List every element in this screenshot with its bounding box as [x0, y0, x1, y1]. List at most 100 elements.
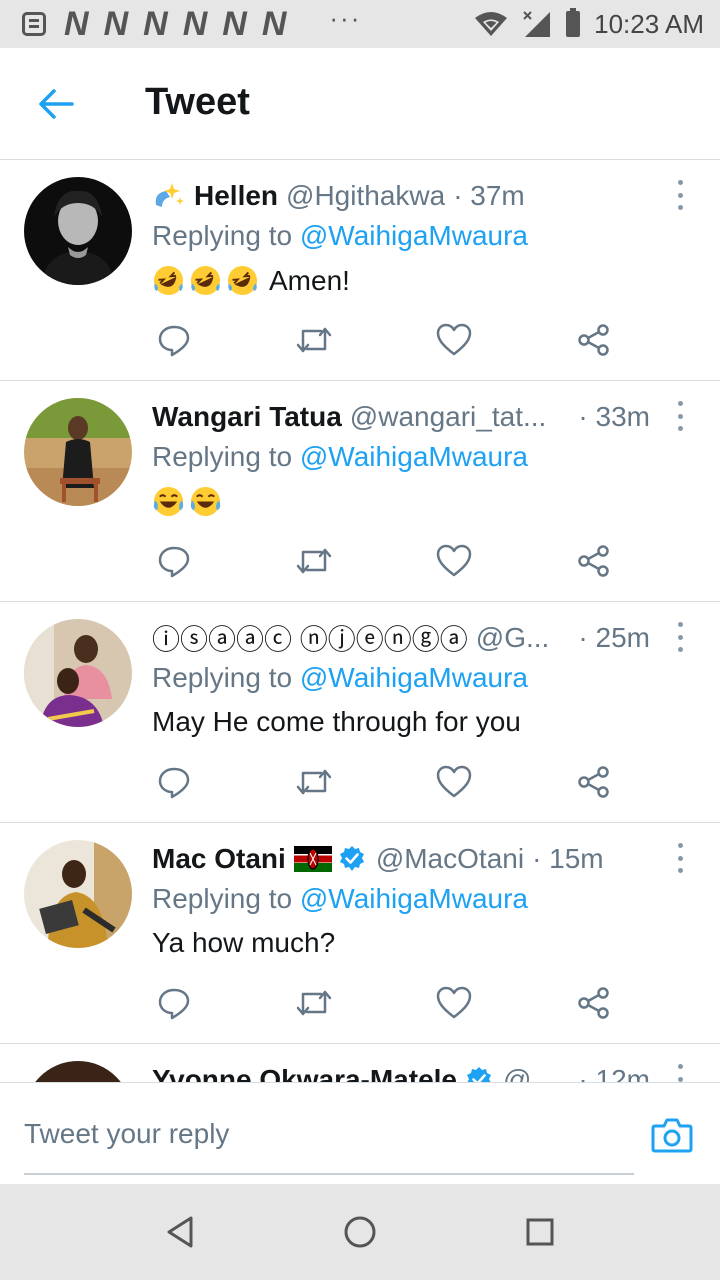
tweet-timestamp: · 25m	[578, 622, 650, 653]
reply-input[interactable]	[24, 1095, 634, 1175]
nav-back-button[interactable]	[156, 1208, 204, 1256]
more-options-button[interactable]	[670, 843, 690, 873]
author-name[interactable]: Wangari Tatua	[152, 401, 342, 433]
tweet-text: Ya how much?	[152, 927, 336, 958]
tweet-item[interactable]: Hellen @Hgithakwa · 37m Replying to @Wai…	[0, 160, 720, 381]
nav-recents-button[interactable]	[516, 1208, 564, 1256]
nav-home-button[interactable]	[336, 1208, 384, 1256]
author-name[interactable]: Hellen	[194, 180, 278, 212]
share-button[interactable]	[572, 981, 616, 1025]
app-notification-icon: N	[222, 5, 247, 43]
heart-icon	[436, 544, 472, 577]
more-options-button[interactable]	[670, 180, 690, 210]
reply-icon	[158, 546, 190, 578]
tweet-header: Yvonne Okwara-Matele @... · 12m	[152, 1062, 650, 1082]
verified-badge-icon	[339, 846, 364, 871]
replying-prefix: Replying to	[152, 883, 300, 914]
replying-to-link[interactable]: @WaihigaMwaura	[300, 220, 528, 251]
tweet-header: Hellen @Hgithakwa · 37m	[152, 178, 650, 214]
wifi-icon	[475, 12, 508, 36]
arrow-left-icon	[39, 89, 74, 119]
tweet-item[interactable]: Yvonne Okwara-Matele @... · 12m	[0, 1044, 720, 1082]
system-navigation-bar	[0, 1184, 720, 1280]
retweet-button[interactable]	[292, 318, 336, 362]
reply-icon	[158, 988, 190, 1020]
heart-icon	[436, 765, 472, 798]
avatar[interactable]	[24, 840, 132, 948]
tweet-item[interactable]: ⓘⓢⓐⓐⓒ ⓝⓙⓔⓝⓖⓐ @G... · 25m Replying to @Wa…	[0, 602, 720, 823]
replying-to-link[interactable]: @WaihigaMwaura	[300, 662, 528, 693]
tweet-item[interactable]: Wangari Tatua @wangari_tat... · 33m Repl…	[0, 381, 720, 602]
like-button[interactable]	[432, 318, 476, 362]
reply-button[interactable]	[152, 760, 196, 804]
share-icon	[578, 987, 609, 1019]
share-button[interactable]	[572, 318, 616, 362]
rofl-emoji	[153, 265, 184, 296]
author-handle[interactable]: @G...	[476, 622, 571, 654]
author-name[interactable]: Yvonne Okwara-Matele	[152, 1064, 457, 1082]
heart-icon	[436, 986, 472, 1019]
like-button[interactable]	[432, 760, 476, 804]
tweet-header: Wangari Tatua @wangari_tat... · 33m	[152, 399, 650, 435]
avatar[interactable]	[24, 177, 132, 285]
like-button[interactable]	[432, 539, 476, 583]
app-bar: Tweet	[0, 48, 720, 160]
app-notification-icon: N	[64, 5, 89, 43]
avatar[interactable]	[24, 619, 132, 727]
tweet-body: May He come through for you	[152, 706, 521, 738]
like-button[interactable]	[432, 981, 476, 1025]
tweet-text: May He come through for you	[152, 706, 521, 737]
replying-to-line: Replying to @WaihigaMwaura	[152, 662, 528, 694]
author-handle[interactable]: @MacOtani	[376, 843, 524, 875]
app-notification-icon: N	[261, 5, 287, 43]
page-title: Tweet	[145, 81, 250, 123]
back-button[interactable]	[30, 78, 82, 130]
triangle-back-icon	[167, 1216, 193, 1248]
battery-icon	[566, 8, 581, 37]
share-button[interactable]	[572, 539, 616, 583]
reply-list[interactable]: Hellen @Hgithakwa · 37m Replying to @Wai…	[0, 160, 720, 1082]
retweet-button[interactable]	[292, 981, 336, 1025]
author-handle[interactable]: @Hgithakwa	[286, 180, 445, 212]
tweet-header: Mac Otani @MacOtani · 15m	[152, 841, 650, 877]
heart-icon	[436, 323, 472, 356]
app-notification-icon: N	[103, 5, 129, 43]
share-button[interactable]	[572, 760, 616, 804]
tweet-item[interactable]: Mac Otani @MacOtani · 15m Replying to @W…	[0, 823, 720, 1044]
replying-to-line: Replying to @WaihigaMwaura	[152, 220, 528, 252]
replying-to-link[interactable]: @WaihigaMwaura	[300, 883, 528, 914]
retweet-button[interactable]	[292, 539, 336, 583]
more-notifications-icon: ···	[329, 3, 362, 33]
camera-button[interactable]	[648, 1111, 696, 1159]
avatar[interactable]	[24, 1061, 132, 1082]
author-handle[interactable]: @wangari_tat...	[350, 401, 571, 433]
circle-home-icon	[344, 1216, 376, 1248]
tweet-body	[152, 485, 222, 518]
kenya-flag-icon	[293, 846, 332, 872]
replying-to-line: Replying to @WaihigaMwaura	[152, 441, 528, 473]
author-handle[interactable]: @...	[503, 1064, 570, 1082]
share-icon	[578, 545, 609, 577]
tweet-body: Amen!	[152, 264, 350, 297]
more-options-button[interactable]	[670, 401, 690, 431]
reply-icon	[158, 767, 190, 799]
replying-prefix: Replying to	[152, 220, 300, 251]
rofl-emoji	[190, 265, 221, 296]
avatar[interactable]	[24, 398, 132, 506]
more-options-button[interactable]	[670, 1064, 690, 1082]
replying-prefix: Replying to	[152, 441, 300, 472]
retweet-button[interactable]	[292, 760, 336, 804]
tweet-header: ⓘⓢⓐⓐⓒ ⓝⓙⓔⓝⓖⓐ @G... · 25m	[152, 620, 650, 656]
more-options-button[interactable]	[670, 622, 690, 652]
replying-to-link[interactable]: @WaihigaMwaura	[300, 441, 528, 472]
app-notification-icon: N	[143, 5, 168, 43]
reply-button[interactable]	[152, 981, 196, 1025]
author-name[interactable]: ⓘⓢⓐⓐⓒ ⓝⓙⓔⓝⓖⓐ	[152, 618, 468, 658]
tweet-timestamp: · 15m	[532, 843, 604, 874]
reply-button[interactable]	[152, 539, 196, 583]
author-name[interactable]: Mac Otani	[152, 843, 286, 875]
replying-to-line: Replying to @WaihigaMwaura	[152, 883, 528, 915]
reply-button[interactable]	[152, 318, 196, 362]
camera-icon	[651, 1118, 693, 1153]
tweet-timestamp: · 12m	[578, 1064, 650, 1082]
